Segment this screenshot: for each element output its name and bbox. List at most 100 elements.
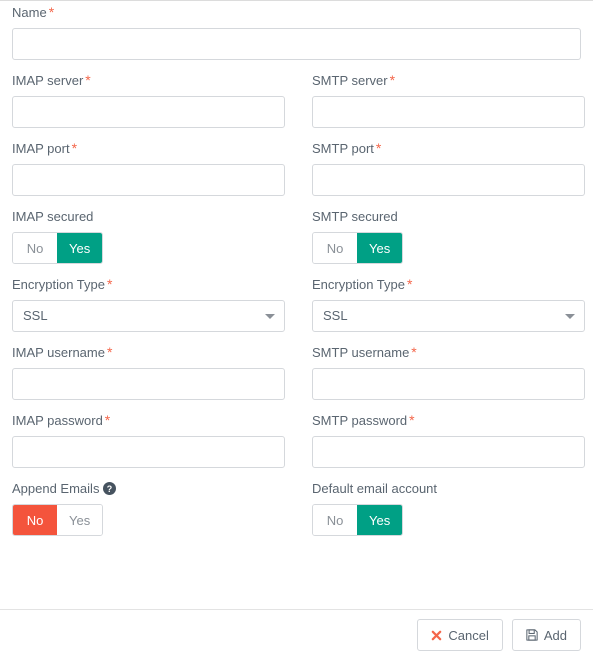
required-asterisk: * — [104, 412, 111, 428]
required-asterisk: * — [106, 276, 113, 292]
form-col-right-smtp-encryption: Encryption Type * SSL — [312, 264, 585, 332]
smtp-secured-toggle[interactable]: No Yes — [312, 232, 404, 264]
append-emails-option-no[interactable]: No — [13, 505, 57, 535]
email-account-form-panel: Name * IMAP server * SMTP server * IMAP … — [0, 0, 593, 660]
default-email-account-option-no[interactable]: No — [313, 505, 357, 535]
smtp-port-input[interactable] — [312, 164, 585, 196]
smtp-encryption-type-select[interactable]: SSL — [312, 300, 585, 332]
imap-encryption-type-value: SSL — [23, 308, 48, 323]
field-smtp-username: SMTP username * — [312, 341, 585, 400]
name-input[interactable] — [12, 28, 581, 60]
field-append-emails: Append Emails? No Yes — [12, 477, 285, 536]
imap-encryption-type-label: Encryption Type * — [12, 273, 285, 300]
default-email-account-toggle[interactable]: No Yes — [312, 504, 404, 536]
imap-encryption-type-label-text: Encryption Type — [12, 277, 105, 292]
chevron-down-icon — [265, 314, 275, 319]
form-row-passwords: IMAP password * SMTP password * — [12, 400, 585, 468]
imap-secured-label-text: IMAP secured — [12, 209, 94, 224]
form-row-options: Append Emails? No Yes Default email acco… — [12, 468, 581, 536]
add-button-label: Add — [543, 627, 567, 643]
smtp-server-label: SMTP server * — [312, 69, 585, 96]
append-emails-toggle[interactable]: No Yes — [12, 504, 104, 536]
form-row-encryption: Encryption Type * SSL Encryption Type * SS… — [12, 264, 585, 332]
required-asterisk: * — [406, 276, 413, 292]
imap-username-label: IMAP username * — [12, 341, 285, 368]
imap-port-label: IMAP port * — [12, 137, 285, 164]
form-col-right-smtp-port: SMTP port * — [312, 128, 585, 196]
form-row-ports: IMAP port * SMTP port * — [12, 128, 585, 196]
append-emails-label: Append Emails? — [12, 477, 285, 504]
smtp-username-label-text: SMTP username — [312, 345, 410, 360]
smtp-server-input[interactable] — [312, 96, 585, 128]
name-label: Name * — [12, 1, 581, 28]
required-asterisk: * — [375, 140, 382, 156]
required-asterisk: * — [85, 72, 91, 88]
imap-secured-toggle[interactable]: No Yes — [12, 232, 104, 264]
form-row-name: Name * — [12, 1, 581, 60]
help-circle-icon[interactable]: ? — [103, 482, 117, 495]
imap-server-label: IMAP server * — [12, 69, 285, 96]
form-col-right-smtp-password: SMTP password * — [312, 400, 585, 468]
form-col-left-imap-port: IMAP port * — [12, 128, 285, 196]
form-col-right-default-email-account: Default email account No Yes — [312, 468, 585, 536]
smtp-secured-label-text: SMTP secured — [312, 209, 398, 224]
field-imap-port: IMAP port * — [12, 137, 285, 196]
smtp-secured-option-yes[interactable]: Yes — [357, 233, 403, 263]
required-asterisk: * — [48, 4, 55, 20]
cancel-button-label: Cancel — [448, 627, 489, 643]
field-default-email-account: Default email account No Yes — [312, 477, 585, 536]
field-name: Name * — [12, 1, 581, 60]
form-row-usernames: IMAP username * SMTP username * — [12, 332, 585, 400]
close-x-icon — [431, 630, 442, 641]
required-asterisk: * — [411, 344, 417, 360]
form-col-left-append-emails: Append Emails? No Yes — [12, 468, 285, 536]
field-smtp-port: SMTP port * — [312, 137, 585, 196]
form-body: Name * IMAP server * SMTP server * IMAP … — [0, 1, 593, 536]
field-imap-encryption-type: Encryption Type * SSL — [12, 273, 285, 332]
imap-username-input[interactable] — [12, 368, 285, 400]
add-button[interactable]: Add — [511, 619, 581, 651]
chevron-down-icon — [565, 314, 575, 319]
smtp-secured-option-no[interactable]: No — [313, 233, 357, 263]
smtp-password-input[interactable] — [312, 436, 585, 468]
imap-port-input[interactable] — [12, 164, 285, 196]
name-label-text: Name — [12, 5, 47, 20]
smtp-password-label-text: SMTP password — [312, 413, 408, 428]
imap-secured-option-yes[interactable]: Yes — [57, 233, 103, 263]
required-asterisk: * — [389, 72, 396, 88]
required-asterisk: * — [71, 140, 78, 156]
imap-password-input[interactable] — [12, 436, 285, 468]
field-imap-server: IMAP server * — [12, 69, 285, 128]
imap-server-input[interactable] — [12, 96, 285, 128]
imap-secured-option-no[interactable]: No — [13, 233, 57, 263]
smtp-password-label: SMTP password * — [312, 409, 585, 436]
imap-password-label-text: IMAP password — [12, 413, 103, 428]
save-floppy-icon — [526, 629, 538, 641]
form-col-name: Name * — [12, 1, 581, 60]
form-row-servers: IMAP server * SMTP server * — [12, 60, 585, 128]
imap-password-label: IMAP password * — [12, 409, 285, 436]
form-col-left-imap-username: IMAP username * — [12, 332, 285, 400]
smtp-encryption-type-label: Encryption Type * — [312, 273, 585, 300]
form-col-left-imap-server: IMAP server * — [12, 60, 285, 128]
form-col-left-imap-secured: IMAP secured No Yes — [12, 196, 285, 264]
field-smtp-server: SMTP server * — [312, 69, 585, 128]
default-email-account-label-text: Default email account — [312, 481, 438, 496]
smtp-port-label: SMTP port * — [312, 137, 585, 164]
smtp-server-label-text: SMTP server — [312, 73, 388, 88]
form-footer: Cancel Add — [0, 610, 593, 660]
form-col-left-imap-password: IMAP password * — [12, 400, 285, 468]
imap-server-label-text: IMAP server — [12, 73, 84, 88]
imap-encryption-type-select[interactable]: SSL — [12, 300, 285, 332]
cancel-button[interactable]: Cancel — [417, 619, 503, 651]
default-email-account-option-yes[interactable]: Yes — [357, 505, 403, 535]
svg-text:?: ? — [107, 484, 112, 494]
required-asterisk: * — [106, 344, 113, 360]
smtp-encryption-type-label-text: Encryption Type — [312, 277, 405, 292]
default-email-account-label: Default email account — [312, 477, 585, 504]
form-col-right-smtp-username: SMTP username * — [312, 332, 585, 400]
append-emails-option-yes[interactable]: Yes — [57, 505, 103, 535]
field-imap-secured: IMAP secured No Yes — [12, 205, 285, 264]
smtp-username-input[interactable] — [312, 368, 585, 400]
field-smtp-password: SMTP password * — [312, 409, 585, 468]
